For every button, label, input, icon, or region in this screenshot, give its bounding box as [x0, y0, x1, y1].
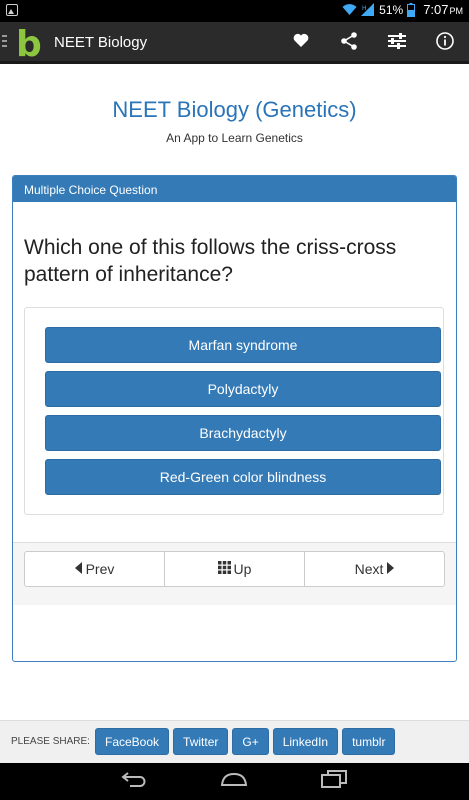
- back-button[interactable]: [116, 769, 152, 793]
- share-label: PLEASE SHARE:: [11, 736, 90, 747]
- info-icon: [436, 31, 454, 55]
- settings-button[interactable]: [373, 22, 421, 64]
- prev-label: Prev: [85, 561, 115, 577]
- share-facebook-button[interactable]: FaceBook: [95, 728, 170, 755]
- recent-apps-button[interactable]: [316, 769, 352, 793]
- options-list: Marfan syndrome Polydactyly Brachydactyl…: [24, 307, 444, 515]
- up-button[interactable]: Up: [164, 552, 304, 586]
- triangle-left-icon: [74, 561, 83, 577]
- share-googleplus-button[interactable]: G+: [232, 728, 269, 755]
- home-icon: [219, 771, 249, 792]
- option-button[interactable]: Polydactyly: [45, 371, 441, 407]
- page-title: NEET Biology (Genetics): [112, 97, 357, 122]
- battery-icon: [407, 2, 416, 17]
- share-icon: [340, 31, 358, 55]
- grid-icon: [217, 561, 231, 577]
- question-text: Which one of this follows the criss-cros…: [24, 236, 397, 286]
- app-title: NEET Biology: [54, 34, 148, 51]
- heart-icon: [293, 33, 309, 53]
- up-label: Up: [233, 561, 252, 577]
- main-content: NEET Biology (Genetics) An App to Learn …: [0, 67, 469, 720]
- option-button[interactable]: Marfan syndrome: [45, 327, 441, 363]
- share-tumblr-button[interactable]: tumblr: [342, 728, 396, 755]
- next-label: Next: [354, 561, 384, 577]
- clock: 7:07PM: [423, 2, 463, 17]
- pager: Prev Up Next: [24, 551, 445, 587]
- svg-text:H: H: [362, 5, 367, 12]
- drawer-indicator-icon[interactable]: [2, 35, 7, 51]
- share-bar: PLEASE SHARE: FaceBook Twitter G+ Linked…: [0, 720, 469, 763]
- system-navigation-bar: [0, 763, 469, 800]
- page-subtitle: An App to Learn Genetics: [166, 131, 303, 145]
- option-button[interactable]: Brachydactyly: [45, 415, 441, 451]
- next-button[interactable]: Next: [304, 552, 444, 586]
- status-bar: H 51% 7:07PM: [0, 0, 469, 22]
- wifi-icon: [342, 3, 357, 16]
- card-header: Multiple Choice Question: [13, 176, 456, 202]
- back-icon: [120, 771, 148, 792]
- option-button[interactable]: Red-Green color blindness: [45, 459, 441, 495]
- app-bar: b NEET Biology: [0, 22, 469, 65]
- favorite-button[interactable]: [277, 22, 325, 64]
- picture-notification-icon: [6, 4, 18, 16]
- share-twitter-button[interactable]: Twitter: [173, 728, 229, 755]
- settings-sliders-icon: [387, 32, 407, 55]
- app-logo[interactable]: b: [15, 24, 45, 65]
- svg-text:b: b: [16, 25, 42, 61]
- home-button[interactable]: [216, 769, 252, 793]
- triangle-right-icon: [386, 561, 395, 577]
- info-button[interactable]: [421, 22, 469, 64]
- prev-button[interactable]: Prev: [25, 552, 164, 586]
- share-button[interactable]: [325, 22, 373, 64]
- signal-icon: H: [361, 3, 375, 16]
- battery-percent: 51%: [379, 2, 404, 17]
- card-footer: Prev Up Next: [13, 542, 456, 605]
- recent-apps-icon: [320, 769, 348, 793]
- question-card: Multiple Choice Question Which one of th…: [12, 175, 457, 662]
- share-linkedin-button[interactable]: LinkedIn: [272, 728, 339, 755]
